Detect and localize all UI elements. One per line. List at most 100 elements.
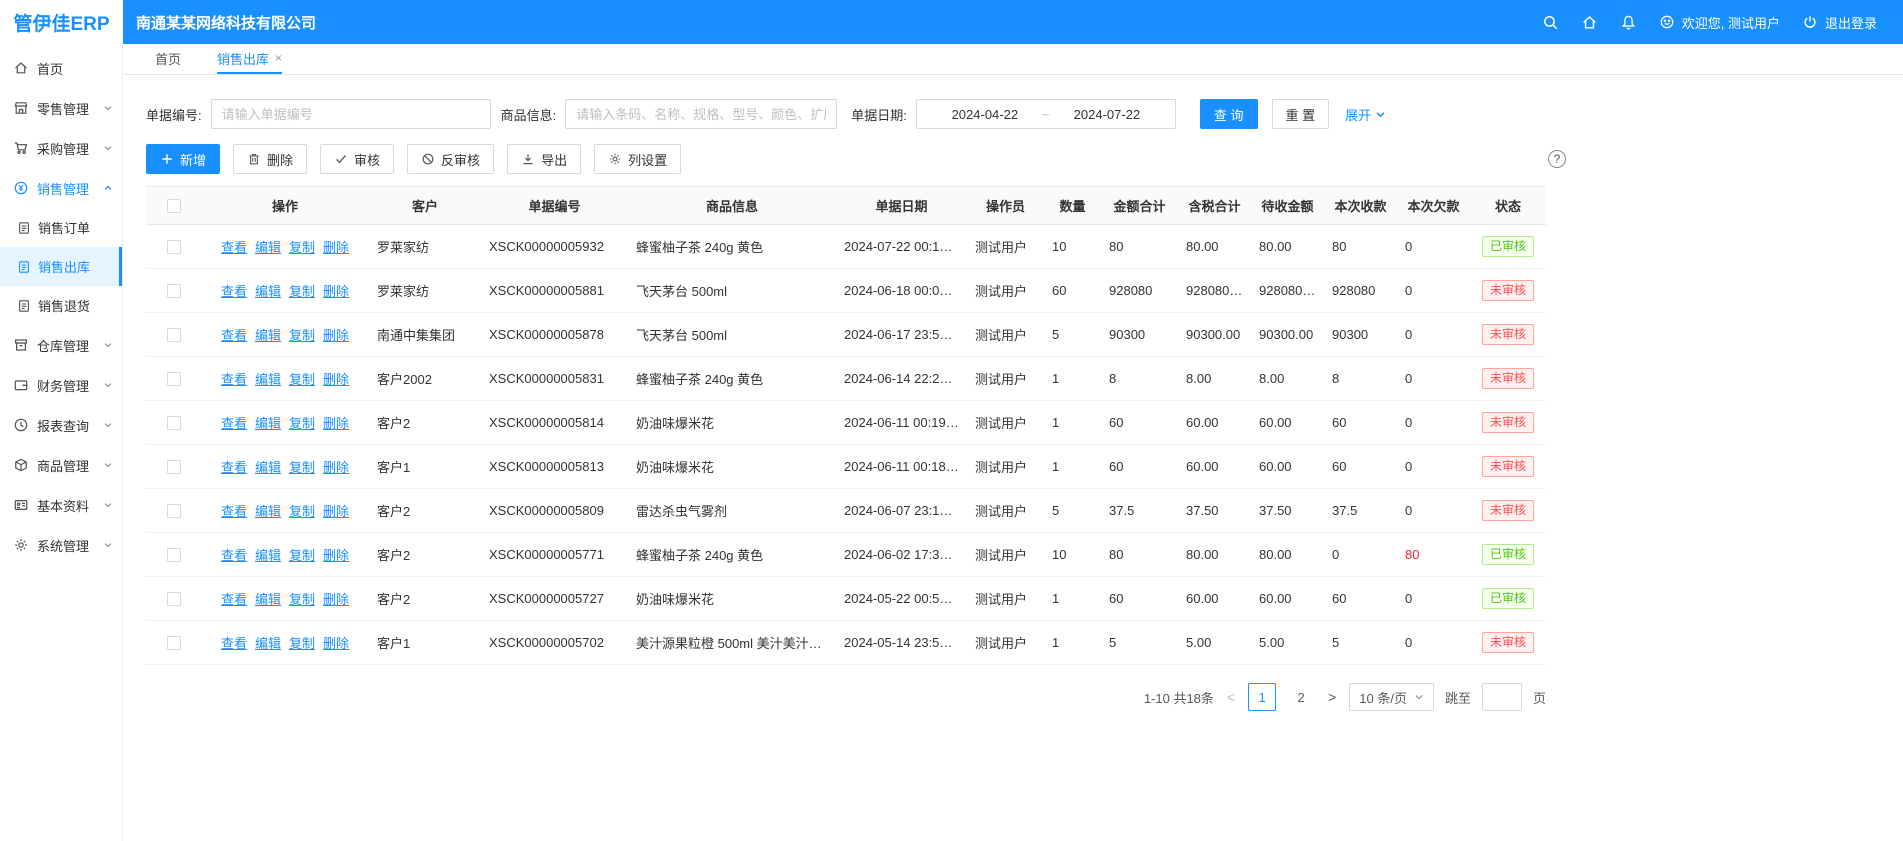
user-menu[interactable]: 欢迎您, 测试用户: [1659, 13, 1780, 32]
sidebar-item-sales[interactable]: 销售管理: [0, 168, 122, 208]
sidebar-item-sales-order[interactable]: 销售订单: [0, 208, 122, 247]
sidebar-item-retail[interactable]: 零售管理: [0, 88, 122, 128]
sidebar-item-warehouse[interactable]: 仓库管理: [0, 325, 122, 365]
sidebar-item-home[interactable]: 首页: [0, 48, 122, 88]
edit-link[interactable]: 编辑: [255, 592, 281, 607]
delete-link[interactable]: 删除: [323, 416, 349, 431]
sidebar-item-sales-return[interactable]: 销售退货: [0, 286, 122, 325]
table-row[interactable]: 查看编辑复制删除 客户1 XSCK00000005702 美汁源果粒橙 500m…: [146, 621, 1546, 665]
bill-no-input[interactable]: [211, 99, 491, 129]
row-checkbox[interactable]: [167, 372, 181, 386]
question-circle-icon[interactable]: ?: [1548, 150, 1566, 168]
page-size-select[interactable]: 10 条/页: [1349, 683, 1434, 711]
tab-sales-outbound[interactable]: 销售出库 ×: [217, 44, 282, 74]
prev-page-button[interactable]: <: [1225, 689, 1237, 705]
copy-link[interactable]: 复制: [289, 636, 315, 651]
table-row[interactable]: 查看编辑复制删除 罗莱家纺 XSCK00000005932 蜂蜜柚子茶 240g…: [146, 225, 1546, 269]
copy-link[interactable]: 复制: [289, 460, 315, 475]
tab-home[interactable]: 首页: [155, 44, 181, 74]
view-link[interactable]: 查看: [221, 636, 247, 651]
view-link[interactable]: 查看: [221, 548, 247, 563]
copy-link[interactable]: 复制: [289, 372, 315, 387]
row-checkbox[interactable]: [167, 548, 181, 562]
edit-link[interactable]: 编辑: [255, 636, 281, 651]
sidebar-item-products[interactable]: 商品管理: [0, 445, 122, 485]
edit-link[interactable]: 编辑: [255, 548, 281, 563]
view-link[interactable]: 查看: [221, 284, 247, 299]
table-row[interactable]: 查看编辑复制删除 客户2 XSCK00000005727 奶油味爆米花 2024…: [146, 577, 1546, 621]
sidebar-item-finance[interactable]: 财务管理: [0, 365, 122, 405]
edit-link[interactable]: 编辑: [255, 372, 281, 387]
table-row[interactable]: 查看编辑复制删除 客户2 XSCK00000005809 雷达杀虫气雾剂 202…: [146, 489, 1546, 533]
table-row[interactable]: 查看编辑复制删除 客户1 XSCK00000005813 奶油味爆米花 2024…: [146, 445, 1546, 489]
view-link[interactable]: 查看: [221, 460, 247, 475]
close-icon[interactable]: ×: [275, 51, 282, 65]
copy-link[interactable]: 复制: [289, 592, 315, 607]
edit-link[interactable]: 编辑: [255, 284, 281, 299]
audit-button[interactable]: 审核: [320, 144, 394, 174]
search-icon[interactable]: [1542, 14, 1559, 31]
logout-button[interactable]: 退出登录: [1802, 13, 1877, 32]
search-button[interactable]: 查 询: [1200, 99, 1258, 129]
page-number-1[interactable]: 1: [1248, 683, 1276, 711]
row-checkbox[interactable]: [167, 504, 181, 518]
delete-button[interactable]: 删除: [233, 144, 307, 174]
bell-icon[interactable]: [1620, 14, 1637, 31]
view-link[interactable]: 查看: [221, 592, 247, 607]
export-button[interactable]: 导出: [507, 144, 581, 174]
expand-link[interactable]: 展开: [1345, 105, 1386, 124]
view-link[interactable]: 查看: [221, 328, 247, 343]
copy-link[interactable]: 复制: [289, 328, 315, 343]
unaudit-button[interactable]: 反审核: [407, 144, 494, 174]
delete-link[interactable]: 删除: [323, 460, 349, 475]
edit-link[interactable]: 编辑: [255, 328, 281, 343]
delete-link[interactable]: 删除: [323, 636, 349, 651]
date-range-picker[interactable]: 2024-04-22 ~ 2024-07-22: [916, 99, 1176, 129]
copy-link[interactable]: 复制: [289, 416, 315, 431]
row-checkbox[interactable]: [167, 636, 181, 650]
sidebar-item-basic-data[interactable]: 基本资料: [0, 485, 122, 525]
view-link[interactable]: 查看: [221, 504, 247, 519]
edit-link[interactable]: 编辑: [255, 504, 281, 519]
copy-link[interactable]: 复制: [289, 284, 315, 299]
delete-link[interactable]: 删除: [323, 592, 349, 607]
product-info-input[interactable]: [565, 99, 837, 129]
row-checkbox[interactable]: [167, 416, 181, 430]
delete-link[interactable]: 删除: [323, 504, 349, 519]
column-settings-button[interactable]: 列设置: [594, 144, 681, 174]
reset-button[interactable]: 重 置: [1272, 99, 1330, 129]
copy-link[interactable]: 复制: [289, 548, 315, 563]
page-number-2[interactable]: 2: [1287, 683, 1315, 711]
jump-page-input[interactable]: [1482, 683, 1522, 711]
row-checkbox[interactable]: [167, 460, 181, 474]
row-checkbox[interactable]: [167, 328, 181, 342]
delete-link[interactable]: 删除: [323, 548, 349, 563]
row-checkbox[interactable]: [167, 592, 181, 606]
copy-link[interactable]: 复制: [289, 240, 315, 255]
view-link[interactable]: 查看: [221, 372, 247, 387]
next-page-button[interactable]: >: [1326, 689, 1338, 705]
copy-link[interactable]: 复制: [289, 504, 315, 519]
row-checkbox[interactable]: [167, 284, 181, 298]
add-button[interactable]: 新增: [146, 144, 220, 174]
delete-link[interactable]: 删除: [323, 284, 349, 299]
edit-link[interactable]: 编辑: [255, 460, 281, 475]
view-link[interactable]: 查看: [221, 416, 247, 431]
home-icon[interactable]: [1581, 14, 1598, 31]
view-link[interactable]: 查看: [221, 240, 247, 255]
edit-link[interactable]: 编辑: [255, 416, 281, 431]
table-row[interactable]: 查看编辑复制删除 南通中集集团 XSCK00000005878 飞天茅台 500…: [146, 313, 1546, 357]
sidebar-item-system[interactable]: 系统管理: [0, 525, 122, 565]
select-all-checkbox[interactable]: [167, 199, 181, 213]
row-checkbox[interactable]: [167, 240, 181, 254]
sidebar-item-reports[interactable]: 报表查询: [0, 405, 122, 445]
table-row[interactable]: 查看编辑复制删除 客户2 XSCK00000005771 蜂蜜柚子茶 240g …: [146, 533, 1546, 577]
table-row[interactable]: 查看编辑复制删除 客户2 XSCK00000005814 奶油味爆米花 2024…: [146, 401, 1546, 445]
edit-link[interactable]: 编辑: [255, 240, 281, 255]
delete-link[interactable]: 删除: [323, 328, 349, 343]
sidebar-item-purchase[interactable]: 采购管理: [0, 128, 122, 168]
table-row[interactable]: 查看编辑复制删除 客户2002 XSCK00000005831 蜂蜜柚子茶 24…: [146, 357, 1546, 401]
delete-link[interactable]: 删除: [323, 240, 349, 255]
sidebar-item-sales-outbound[interactable]: 销售出库: [0, 247, 122, 286]
delete-link[interactable]: 删除: [323, 372, 349, 387]
